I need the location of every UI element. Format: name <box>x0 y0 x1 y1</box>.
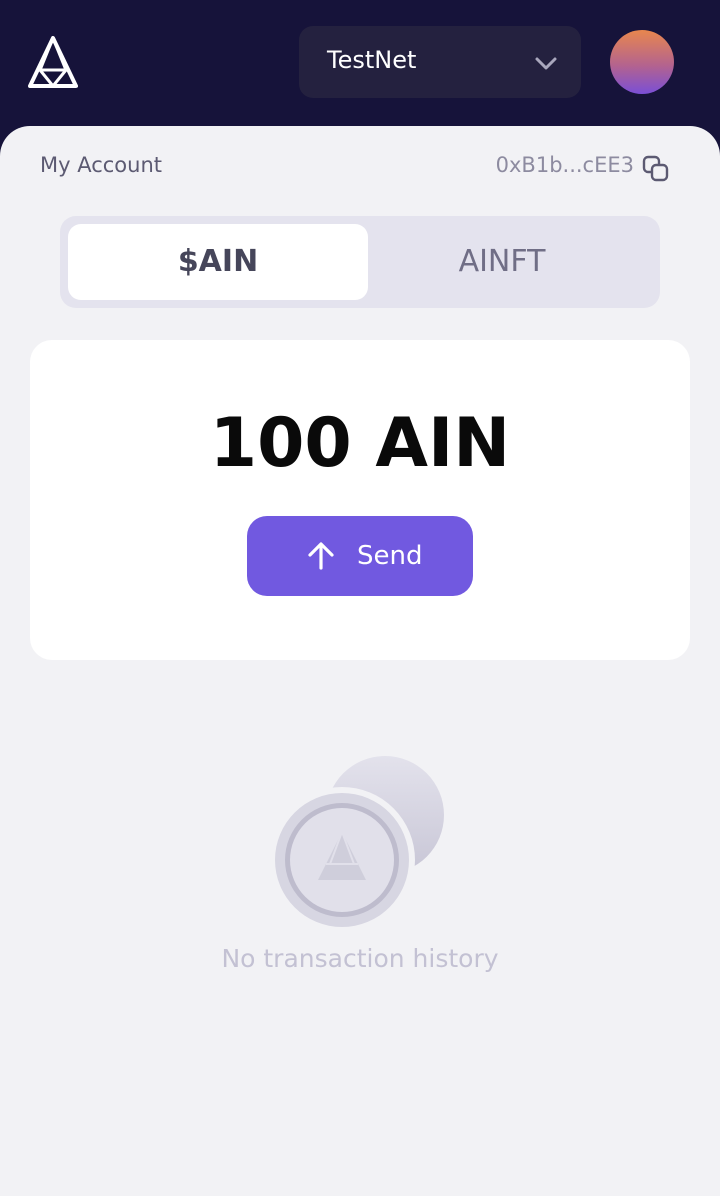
header: TestNet <box>0 0 720 128</box>
coin-icon <box>272 756 444 930</box>
copy-icon[interactable] <box>641 154 671 184</box>
balance-amount: 100 AIN <box>209 404 511 483</box>
tab-ainft[interactable]: AINFT <box>352 224 652 300</box>
wallet-app: TestNet My Account 0xB1b...cEE3 $AIN AIN… <box>0 0 720 1196</box>
send-button-label: Send <box>357 541 423 571</box>
main-sheet: My Account 0xB1b...cEE3 $AIN AINFT 100 A… <box>0 126 720 1196</box>
tab-ain[interactable]: $AIN <box>68 224 368 300</box>
network-selector[interactable]: TestNet <box>299 26 581 98</box>
chevron-down-icon <box>535 57 557 70</box>
ain-logo-icon[interactable] <box>28 36 78 88</box>
account-address[interactable]: 0xB1b...cEE3 <box>496 153 634 177</box>
avatar[interactable] <box>610 30 674 94</box>
arrow-up-icon <box>308 542 334 570</box>
balance-card: 100 AIN Send <box>30 340 690 660</box>
empty-history-text: No transaction history <box>221 944 499 973</box>
asset-tabs: $AIN AINFT <box>60 216 660 308</box>
send-button[interactable]: Send <box>247 516 473 596</box>
network-selected-label: TestNet <box>327 46 417 74</box>
account-label: My Account <box>40 153 163 177</box>
